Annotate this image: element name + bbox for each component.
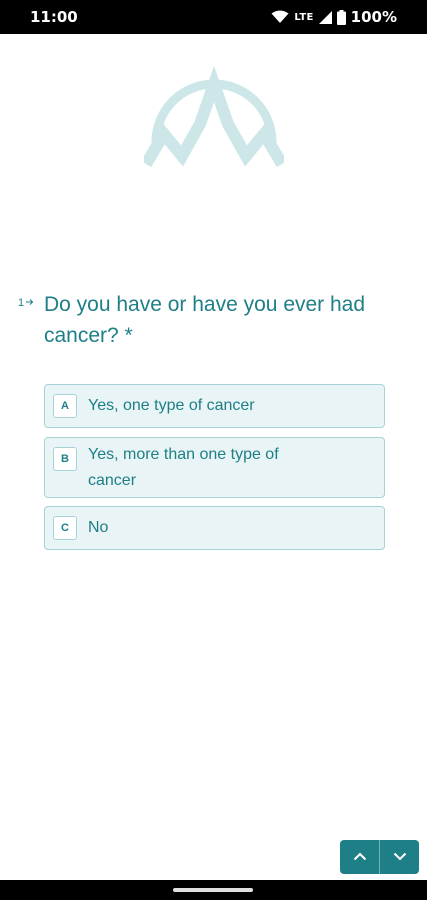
next-question-button[interactable]	[380, 840, 419, 874]
option-key: A	[53, 394, 77, 418]
mountain-logo-icon	[140, 64, 288, 174]
home-gesture-handle[interactable]	[173, 888, 253, 892]
wifi-icon	[271, 10, 289, 24]
status-icons: LTE 100%	[271, 8, 397, 26]
network-type: LTE	[294, 11, 314, 23]
question-text: Do you have or have you ever had cancer?…	[44, 293, 366, 347]
option-label: No	[88, 519, 109, 536]
option-key: C	[53, 516, 77, 540]
navigation-bar	[0, 880, 427, 900]
option-c[interactable]: C No	[44, 506, 385, 550]
previous-question-button[interactable]	[340, 840, 379, 874]
option-key: B	[53, 447, 77, 471]
option-label: Yes, one type of cancer	[88, 397, 255, 414]
battery-level: 100%	[350, 8, 397, 26]
chevron-down-icon	[393, 848, 407, 866]
status-time: 11:00	[30, 8, 78, 26]
battery-icon	[336, 9, 346, 25]
question-block: 1 Do you have or have you ever had cance…	[18, 289, 408, 351]
option-b[interactable]: B Yes, more than one type of cancer	[44, 437, 385, 498]
option-label: Yes, more than one type of cancer	[88, 446, 279, 489]
question-navigation	[340, 840, 419, 874]
signal-icon	[318, 10, 332, 24]
status-bar: 11:00 LTE 100%	[0, 0, 427, 34]
option-a[interactable]: A Yes, one type of cancer	[44, 384, 385, 428]
question-number: 1	[18, 297, 44, 309]
question-number-label: 1	[18, 297, 25, 309]
arrow-right-icon	[26, 297, 34, 309]
chevron-up-icon	[353, 848, 367, 866]
